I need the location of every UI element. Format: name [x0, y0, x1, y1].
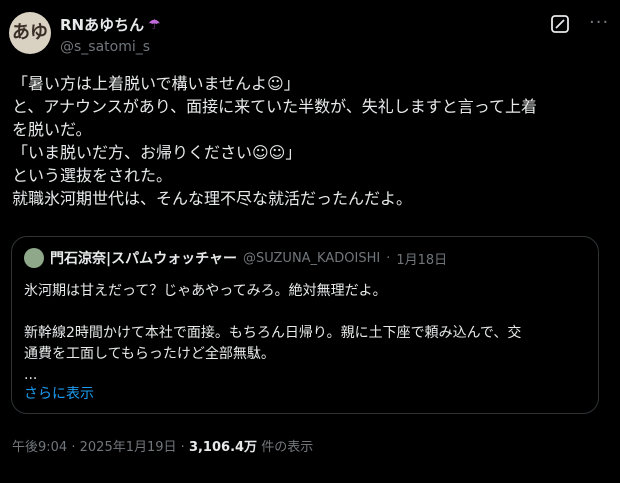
quoted-line: 新幹線2時間かけて本社で面接。もちろん日帰り。親に土下座で頼み込んで、交 — [24, 325, 522, 341]
quoted-tweet-card[interactable]: 門石涼奈|スパムウォッチャー @SUZUNA_KADOISHI · 1月18日 … — [11, 236, 599, 414]
author-avatar[interactable]: あゆ — [9, 12, 51, 54]
show-more-link[interactable]: さらに表示 — [24, 383, 94, 403]
quoted-display-name: 門石涼奈|スパムウォッチャー — [50, 251, 237, 267]
meta-separator: · — [71, 440, 76, 455]
quoted-avatar — [24, 248, 44, 268]
tweet-line: という選抜をされた。 — [12, 166, 173, 185]
tweet-line: と、アナウンスがあり、面接に来ていた半数が、失礼しますと言って上着 — [12, 97, 537, 116]
umbrella-icon: ☂ — [148, 16, 161, 33]
author-display-name[interactable]: RNあゆちん ☂ — [60, 14, 161, 35]
tweet-line: 「いま脱いだ方、お帰りください☺☺」 — [12, 143, 302, 162]
quoted-text: 氷河期は甘えだって？じゃあやってみろ。絶対無理だよ。 新幹線2時間かけて本社で面… — [24, 281, 590, 386]
quoted-date: 1月18日 — [396, 252, 448, 268]
grok-icon[interactable] — [550, 14, 570, 34]
tweet-line: 就職氷河期世代は、そんな理不尽な就活だったんだよ。 — [12, 189, 413, 208]
quoted-separator: · — [386, 250, 391, 266]
tweet-text: 「暑い方は上着脱いで構いませんよ☺」 と、アナウンスがあり、面接に来ていた半数が… — [12, 72, 608, 210]
view-count: 3,106.4万 — [188, 440, 258, 455]
quoted-line: 氷河期は甘えだって？じゃあやってみろ。絶対無理だよ。 — [24, 283, 387, 299]
tweet-date[interactable]: 2025年1月19日 — [80, 440, 177, 455]
quoted-line: 通費を工面してもらったけど全部無駄。 — [24, 346, 275, 362]
quoted-line: ... — [24, 367, 38, 383]
avatar-text: あゆ — [12, 22, 48, 43]
quoted-header: 門石涼奈|スパムウォッチャー @SUZUNA_KADOISHI · 1月18日 — [24, 248, 447, 268]
tweet-time[interactable]: 午後9:04 — [12, 440, 67, 455]
tweet-line: を脱いだ。 — [12, 120, 92, 139]
view-label: 件の表示 — [261, 440, 314, 455]
tweet-meta: 午後9:04 · 2025年1月19日 · 3,106.4万 件の表示 — [12, 436, 313, 455]
tweet-line: 「暑い方は上着脱いで構いませんよ☺」 — [12, 74, 300, 93]
display-name-text: RNあゆちん — [60, 16, 145, 34]
meta-separator: · — [180, 440, 185, 455]
quoted-line — [24, 302, 590, 323]
author-handle[interactable]: @s_satomi_s — [60, 39, 161, 55]
more-icon[interactable]: ··· — [589, 12, 609, 33]
author-info: RNあゆちん ☂ @s_satomi_s — [60, 14, 161, 55]
quoted-handle: @SUZUNA_KADOISHI — [242, 250, 381, 266]
